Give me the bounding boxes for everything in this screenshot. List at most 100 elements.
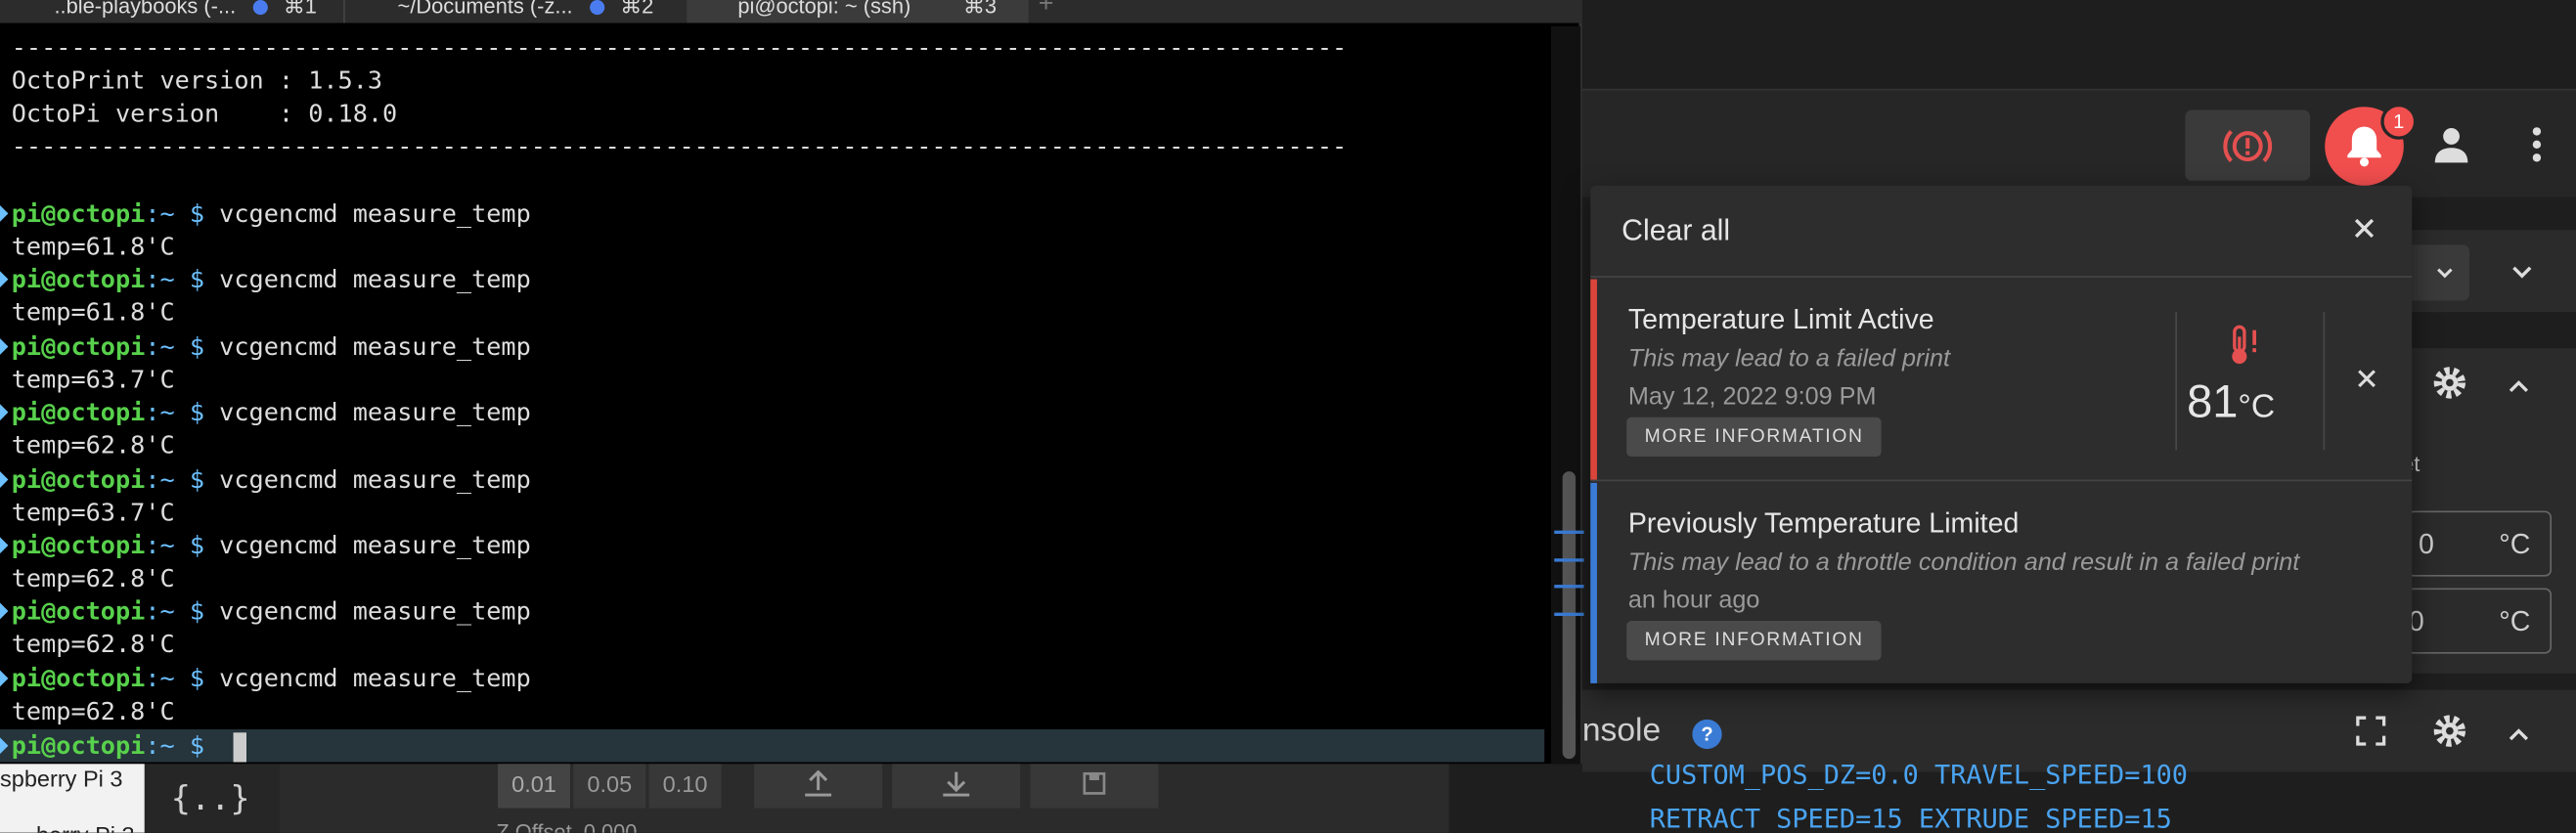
prompt-marker-icon <box>0 205 9 222</box>
prompt-user: pi@octopi <box>11 663 146 693</box>
prompt-path: :~ <box>145 198 175 229</box>
current-prompt[interactable]: pi@octopi:~ $ <box>12 729 219 763</box>
command-output: temp=62.8'C <box>11 695 175 726</box>
bell-icon <box>2347 126 2381 167</box>
prompt-marker-icon <box>0 737 9 755</box>
command-text: vcgencmd measure_temp <box>219 596 531 627</box>
step-010-button[interactable]: 0.10 <box>648 759 722 809</box>
notification-card-previously-limited: Previously Temperature Limited This may … <box>1590 482 2412 683</box>
notifications-header: Clear all <box>1590 186 2413 278</box>
user-account-button[interactable] <box>2428 121 2474 167</box>
upload-button[interactable] <box>754 759 883 809</box>
text-cursor <box>233 732 246 763</box>
prompt-symbol: $ <box>174 663 220 693</box>
temperature-collapse-button[interactable] <box>2509 372 2535 398</box>
fullscreen-button[interactable] <box>2356 716 2389 749</box>
activity-dot-icon <box>589 0 604 16</box>
terminal-tab-1[interactable]: ..ble-playbooks (-... ⌘1 <box>0 0 341 23</box>
banner-divider: ----------------------------------------… <box>11 32 1348 63</box>
terminal-tab-3[interactable]: pi@octopi: ~ (ssh) ⌘3 <box>687 0 1029 23</box>
command-line: pi@octopi:~ $ vcgencmd measure_temp <box>12 197 531 231</box>
prompt-marker-icon <box>0 404 9 421</box>
console-line: RETRACT_SPEED=15 EXTRUDE_SPEED=15 <box>1649 803 2172 833</box>
target-temp-input-2[interactable]: 0 °C <box>2407 588 2553 654</box>
prompt-symbol: $ <box>174 463 220 494</box>
step-001-button[interactable]: 0.01 <box>498 759 570 809</box>
command-line: pi@octopi:~ $ vcgencmd measure_temp <box>12 396 531 429</box>
prompt-symbol: $ <box>174 530 220 560</box>
upload-icon <box>805 769 832 797</box>
command-text: vcgencmd measure_temp <box>219 463 531 494</box>
octopi-version: OctoPi version : 0.18.0 <box>11 98 398 129</box>
command-text: vcgencmd measure_temp <box>219 530 531 560</box>
sidebar-item-printer[interactable]: spberry Pi 3 <box>0 766 123 792</box>
prompt-symbol: $ <box>174 331 220 362</box>
target-temp-value: 0 <box>2418 528 2434 560</box>
console-line: CUSTOM_POS_DZ=0.0 TRAVEL_SPEED=100 <box>1649 759 2188 791</box>
command-text: vcgencmd measure_temp <box>219 397 531 428</box>
more-information-button[interactable]: MORE INFORMATION <box>1626 621 1883 661</box>
target-temp-unit: °C <box>2499 528 2531 560</box>
alert-circle-icon <box>2223 129 2273 162</box>
notification-subtitle: This may lead to a throttle condition an… <box>1627 548 2300 577</box>
clear-all-button[interactable]: Clear all <box>1621 213 1730 247</box>
command-text: vcgencmd measure_temp <box>219 265 531 295</box>
prompt-symbol: $ <box>174 397 220 428</box>
prompt-marker-icon <box>0 271 9 288</box>
json-icon[interactable]: {..} <box>171 778 250 817</box>
terminal-window[interactable]: ..ble-playbooks (-... ⌘1 ~/Documents (-z.… <box>0 0 1584 765</box>
prompt-path: :~ <box>145 397 175 428</box>
terminal-tab-2[interactable]: ~/Documents (-z... ⌘2 <box>343 0 685 23</box>
notification-card-temperature-limit: Temperature Limit Active This may lead t… <box>1590 279 2413 482</box>
chevron-up-icon <box>2509 728 2529 741</box>
profile-select[interactable] <box>2403 244 2470 301</box>
prompt-user: pi@octopi <box>11 265 146 295</box>
command-output: temp=62.8'C <box>11 430 175 460</box>
app-top-strip <box>1581 0 2576 89</box>
scroll-mark <box>1554 530 1584 534</box>
notification-title: Temperature Limit Active <box>1627 303 1934 335</box>
chevron-down-icon <box>2512 266 2532 279</box>
command-text: vcgencmd measure_temp <box>219 198 531 229</box>
temperature-unit: °C <box>2238 389 2276 426</box>
dismiss-notification-button[interactable] <box>2356 368 2382 394</box>
gear-icon <box>2433 715 2466 747</box>
close-notifications-button[interactable] <box>2353 217 2379 243</box>
console-settings-button[interactable] <box>2431 713 2470 752</box>
prompt-marker-icon <box>0 603 9 621</box>
system-alert-button[interactable] <box>2185 110 2311 181</box>
command-text: vcgencmd measure_temp <box>219 331 531 362</box>
save-button[interactable] <box>1030 759 1159 809</box>
thermometer-alert-icon <box>2228 324 2264 374</box>
notification-time: May 12, 2022 9:09 PM <box>1627 382 1877 411</box>
notification-subtitle: This may lead to a failed print <box>1627 344 1951 373</box>
download-button[interactable] <box>892 759 1021 809</box>
prompt-user: pi@octopi <box>11 397 146 428</box>
notifications-popover: Clear all Temperature Limit Active This … <box>1590 185 2413 683</box>
command-output: temp=63.7'C <box>11 364 175 394</box>
temperature-value: 81 <box>2187 375 2239 427</box>
step-005-button[interactable]: 0.05 <box>573 759 646 809</box>
divider <box>2175 312 2177 451</box>
prompt-marker-icon <box>0 337 9 355</box>
collapse-panel-button[interactable] <box>2506 256 2539 289</box>
prompt-marker-icon <box>0 537 9 554</box>
help-icon[interactable]: ? <box>1692 719 1722 750</box>
target-temp-input[interactable]: 0 °C <box>2407 510 2553 577</box>
temperature-settings-button[interactable] <box>2431 365 2470 404</box>
current-line-highlight <box>0 728 1545 763</box>
notification-time: an hour ago <box>1627 586 1760 615</box>
download-icon <box>943 771 970 797</box>
sidebar-item-printer-2[interactable]: berry Pi 3 <box>36 821 135 833</box>
fullscreen-icon <box>2356 716 2386 746</box>
more-menu-button[interactable] <box>2517 121 2556 167</box>
chevron-down-icon <box>2437 267 2453 278</box>
more-information-button[interactable]: MORE INFORMATION <box>1626 416 1883 458</box>
tab-label: ..ble-playbooks (-... <box>54 0 237 19</box>
save-icon <box>1083 771 1106 795</box>
divider <box>2323 312 2326 451</box>
prompt-user: pi@octopi <box>11 530 146 560</box>
console-collapse-button[interactable] <box>2509 720 2535 746</box>
new-tab-button[interactable]: + <box>1039 0 1054 20</box>
prompt-symbol: $ <box>174 198 220 229</box>
